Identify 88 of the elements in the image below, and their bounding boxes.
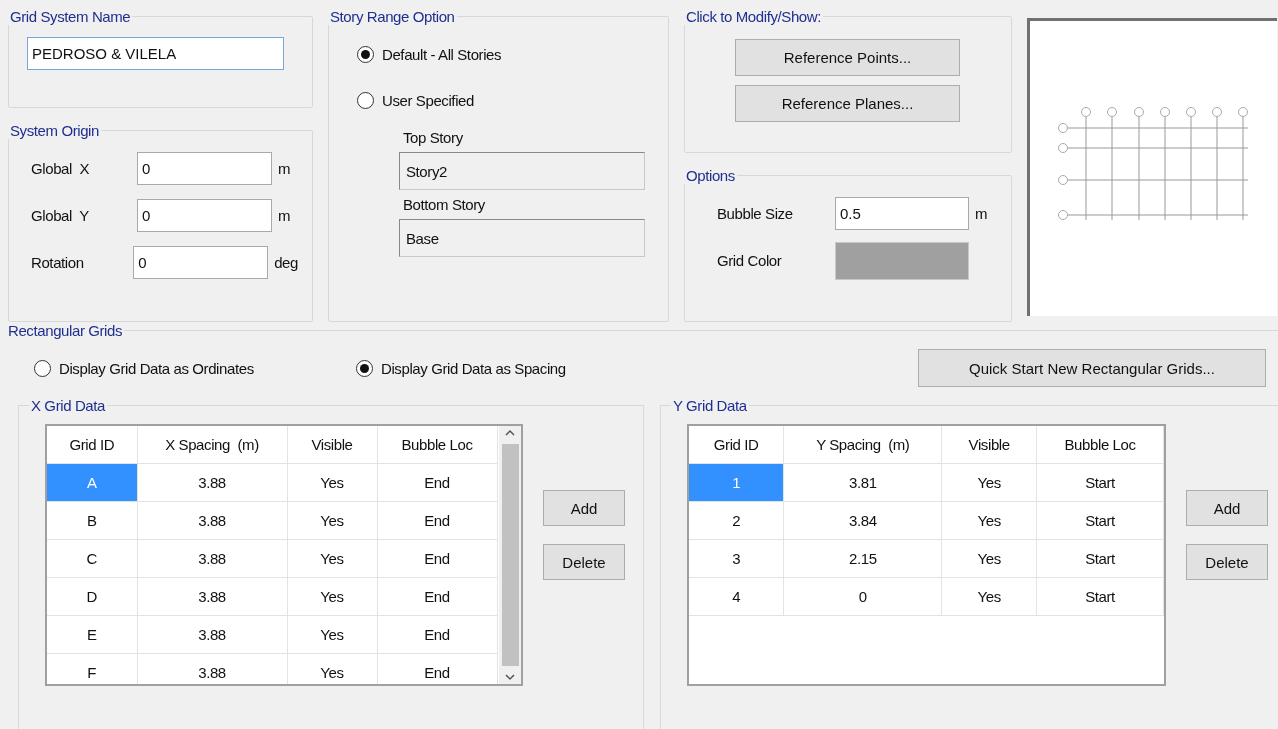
table-cell: End xyxy=(377,653,497,684)
table-cell: Start xyxy=(1036,501,1164,539)
table-cell: End xyxy=(377,539,497,577)
input-field[interactable]: 0 xyxy=(137,152,272,185)
field-label: Rotation xyxy=(31,254,85,271)
table-cell: End xyxy=(377,615,497,653)
delete-button[interactable]: Delete xyxy=(543,544,625,580)
table-cell: End xyxy=(377,501,497,539)
unit-label: deg xyxy=(274,254,298,271)
add-button[interactable]: Add xyxy=(543,490,625,526)
table-cell: Start xyxy=(1036,539,1164,577)
table-cell[interactable]: 4 xyxy=(689,577,784,615)
table-cell: Yes xyxy=(287,501,377,539)
group-title: Rectangular Grids xyxy=(8,322,124,339)
radio-label: Display Grid Data as Spacing xyxy=(381,359,566,377)
table-cell: Start xyxy=(1036,577,1164,615)
column-header: Grid ID xyxy=(47,426,137,463)
table-cell: 2.15 xyxy=(783,539,942,577)
column-header: Bubble Loc xyxy=(377,426,497,463)
table-cell: Start xyxy=(1036,463,1164,501)
unit-label: m xyxy=(278,207,291,224)
field-label: Bottom Story xyxy=(403,196,486,213)
reference-button[interactable]: Reference Points... xyxy=(735,39,960,76)
group-title: Story Range Option xyxy=(329,8,456,25)
table-cell: 0 xyxy=(783,577,942,615)
unit-label: m xyxy=(975,205,988,222)
group-title: Grid System Name xyxy=(9,8,132,25)
table-cell: 3.88 xyxy=(137,615,287,653)
table-cell[interactable]: B xyxy=(47,501,137,539)
table-cell: 3.81 xyxy=(783,463,942,501)
table-cell: End xyxy=(377,577,497,615)
field-label: Grid Color xyxy=(717,252,783,269)
table-cell[interactable]: F xyxy=(47,653,137,684)
table-cell: Yes xyxy=(941,539,1037,577)
column-header: Bubble Loc xyxy=(1036,426,1164,463)
delete-button[interactable]: Delete xyxy=(1186,544,1268,580)
radio-label: User Specified xyxy=(382,91,474,109)
group-title: Options xyxy=(685,167,736,184)
table-cell: 3.88 xyxy=(137,653,287,684)
table-cell[interactable]: E xyxy=(47,615,137,653)
table-cell[interactable]: C xyxy=(47,539,137,577)
table-cell: Yes xyxy=(287,577,377,615)
table-cell[interactable]: 3 xyxy=(689,539,784,577)
table-cell: Yes xyxy=(287,463,377,501)
table-cell: Yes xyxy=(941,577,1037,615)
radio-label: Default - All Stories xyxy=(382,45,502,63)
input-field[interactable]: 0 xyxy=(133,246,269,279)
group-title: System Origin xyxy=(9,122,100,139)
group-title: X Grid Data xyxy=(30,397,107,414)
table-cell: 3.88 xyxy=(137,577,287,615)
field-label: Top Story xyxy=(403,129,464,146)
radio-button[interactable] xyxy=(357,91,374,109)
table-cell[interactable]: 2 xyxy=(689,501,784,539)
bubble-size-field[interactable]: 0.5 xyxy=(835,197,969,230)
table-cell: Yes xyxy=(287,653,377,684)
grid-name-field[interactable]: PEDROSO & VILELA xyxy=(27,37,284,70)
table-cell: 3.88 xyxy=(137,539,287,577)
unit-label: m xyxy=(278,160,291,177)
column-header: X Spacing (m) xyxy=(137,426,287,463)
scrollbar[interactable] xyxy=(499,426,521,684)
input-field[interactable]: 0 xyxy=(137,199,272,232)
add-button[interactable]: Add xyxy=(1186,490,1268,526)
table-cell: Yes xyxy=(287,539,377,577)
table-cell: 3.84 xyxy=(783,501,942,539)
table-cell: 3.88 xyxy=(137,463,287,501)
quick-start-button[interactable]: Quick Start New Rectangular Grids... xyxy=(918,349,1266,387)
table-cell: Yes xyxy=(287,615,377,653)
table-cell: Yes xyxy=(941,463,1037,501)
column-header: Visible xyxy=(941,426,1037,463)
group-title: Click to Modify/Show: xyxy=(685,8,822,25)
radio-button[interactable] xyxy=(34,359,51,377)
reference-button[interactable]: Reference Planes... xyxy=(735,85,960,122)
column-header: Grid ID xyxy=(689,426,784,463)
column-header: Visible xyxy=(287,426,377,463)
color-swatch[interactable] xyxy=(835,241,969,280)
radio-label: Display Grid Data as Ordinates xyxy=(59,359,254,377)
field-label: Global Y xyxy=(31,207,90,224)
table-cell[interactable]: D xyxy=(47,577,137,615)
radio-button[interactable] xyxy=(357,45,374,63)
table-cell: Yes xyxy=(941,501,1037,539)
radio-button[interactable] xyxy=(356,359,373,377)
group-title: Y Grid Data xyxy=(672,397,748,414)
column-header: Y Spacing (m) xyxy=(783,426,942,463)
field-label: Global X xyxy=(31,160,91,177)
table-cell: 3.88 xyxy=(137,501,287,539)
scrollbar-thumb[interactable] xyxy=(501,444,519,666)
field-label: Bubble Size xyxy=(717,205,794,222)
table-cell: End xyxy=(377,463,497,501)
